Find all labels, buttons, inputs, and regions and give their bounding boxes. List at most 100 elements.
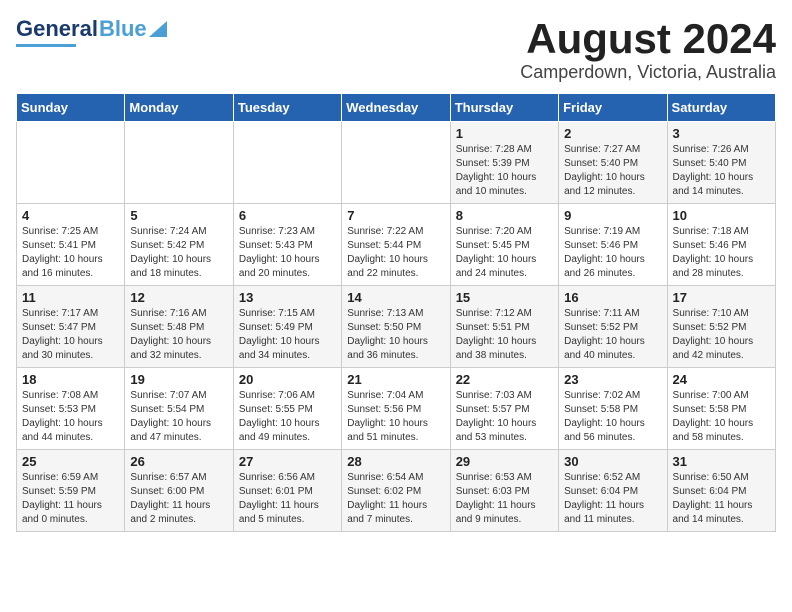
table-row: 27 Sunrise: 6:56 AM Sunset: 6:01 PM Dayli… — [233, 450, 341, 532]
day-info: Sunrise: 6:56 AM Sunset: 6:01 PM Dayligh… — [239, 471, 336, 527]
table-row: 4 Sunrise: 7:25 AM Sunset: 5:41 PM Daylig… — [17, 204, 125, 286]
day-number: 11 — [22, 290, 119, 305]
table-row: 16 Sunrise: 7:11 AM Sunset: 5:52 PM Dayli… — [559, 286, 667, 368]
day-number: 10 — [673, 208, 770, 223]
day-number: 26 — [130, 454, 227, 469]
table-row: 28 Sunrise: 6:54 AM Sunset: 6:02 PM Dayli… — [342, 450, 450, 532]
table-row: 12Sunrise: 7:16 AM Sunset: 5:48 PM Dayli… — [125, 286, 233, 368]
day-info: Sunrise: 7:26 AM Sunset: 5:40 PM Dayligh… — [673, 143, 770, 199]
header-thursday: Thursday — [450, 94, 558, 122]
table-row: 8 Sunrise: 7:20 AM Sunset: 5:45 PM Daylig… — [450, 204, 558, 286]
day-number: 27 — [239, 454, 336, 469]
table-row: 10 Sunrise: 7:18 AM Sunset: 5:46 PM Dayli… — [667, 204, 775, 286]
calendar-week-row: 1 Sunrise: 7:28 AM Sunset: 5:39 PM Daylig… — [17, 122, 776, 204]
table-row: 18 Sunrise: 7:08 AM Sunset: 5:53 PM Dayli… — [17, 368, 125, 450]
header-wednesday: Wednesday — [342, 94, 450, 122]
table-row: 9 Sunrise: 7:19 AM Sunset: 5:46 PM Daylig… — [559, 204, 667, 286]
day-info: Sunrise: 7:23 AM Sunset: 5:43 PM Dayligh… — [239, 225, 336, 281]
day-number: 1 — [456, 126, 553, 141]
day-info: Sunrise: 7:07 AM Sunset: 5:54 PM Dayligh… — [130, 389, 227, 445]
day-number: 24 — [673, 372, 770, 387]
header-monday: Monday — [125, 94, 233, 122]
table-row: 7Sunrise: 7:22 AM Sunset: 5:44 PM Daylig… — [342, 204, 450, 286]
day-info: Sunrise: 7:13 AM Sunset: 5:50 PM Dayligh… — [347, 307, 444, 363]
header-sunday: Sunday — [17, 94, 125, 122]
table-row: 22Sunrise: 7:03 AM Sunset: 5:57 PM Dayli… — [450, 368, 558, 450]
calendar-week-row: 11 Sunrise: 7:17 AM Sunset: 5:47 PM Dayli… — [17, 286, 776, 368]
table-row: 21 Sunrise: 7:04 AM Sunset: 5:56 PM Dayli… — [342, 368, 450, 450]
table-row — [17, 122, 125, 204]
day-number: 20 — [239, 372, 336, 387]
day-info: Sunrise: 7:00 AM Sunset: 5:58 PM Dayligh… — [673, 389, 770, 445]
header-friday: Friday — [559, 94, 667, 122]
day-info: Sunrise: 7:04 AM Sunset: 5:56 PM Dayligh… — [347, 389, 444, 445]
day-info: Sunrise: 7:27 AM Sunset: 5:40 PM Dayligh… — [564, 143, 661, 199]
day-number: 17 — [673, 290, 770, 305]
day-number: 28 — [347, 454, 444, 469]
logo-underline — [16, 44, 76, 47]
title-block: August 2024 Camperdown, Victoria, Austra… — [520, 16, 776, 83]
logo: General Blue — [16, 16, 167, 47]
table-row: 6 Sunrise: 7:23 AM Sunset: 5:43 PM Daylig… — [233, 204, 341, 286]
day-number: 6 — [239, 208, 336, 223]
table-row — [342, 122, 450, 204]
day-info: Sunrise: 7:08 AM Sunset: 5:53 PM Dayligh… — [22, 389, 119, 445]
table-row: 14 Sunrise: 7:13 AM Sunset: 5:50 PM Dayli… — [342, 286, 450, 368]
day-info: Sunrise: 6:53 AM Sunset: 6:03 PM Dayligh… — [456, 471, 553, 527]
calendar-header-row: Sunday Monday Tuesday Wednesday Thursday… — [17, 94, 776, 122]
table-row: 26 Sunrise: 6:57 AM Sunset: 6:00 PM Dayli… — [125, 450, 233, 532]
table-row — [233, 122, 341, 204]
header-saturday: Saturday — [667, 94, 775, 122]
page-header: General Blue August 2024 Camperdown, Vic… — [16, 16, 776, 83]
day-info: Sunrise: 7:12 AM Sunset: 5:51 PM Dayligh… — [456, 307, 553, 363]
calendar-table: Sunday Monday Tuesday Wednesday Thursday… — [16, 93, 776, 532]
calendar-title: August 2024 — [520, 16, 776, 62]
calendar-week-row: 4 Sunrise: 7:25 AM Sunset: 5:41 PM Daylig… — [17, 204, 776, 286]
day-info: Sunrise: 7:15 AM Sunset: 5:49 PM Dayligh… — [239, 307, 336, 363]
table-row — [125, 122, 233, 204]
day-number: 23 — [564, 372, 661, 387]
day-info: Sunrise: 7:24 AM Sunset: 5:42 PM Dayligh… — [130, 225, 227, 281]
table-row: 30 Sunrise: 6:52 AM Sunset: 6:04 PM Dayli… — [559, 450, 667, 532]
logo-general: General — [16, 16, 98, 42]
day-info: Sunrise: 7:28 AM Sunset: 5:39 PM Dayligh… — [456, 143, 553, 199]
day-number: 30 — [564, 454, 661, 469]
day-info: Sunrise: 6:57 AM Sunset: 6:00 PM Dayligh… — [130, 471, 227, 527]
day-number: 18 — [22, 372, 119, 387]
day-info: Sunrise: 7:10 AM Sunset: 5:52 PM Dayligh… — [673, 307, 770, 363]
day-info: Sunrise: 7:18 AM Sunset: 5:46 PM Dayligh… — [673, 225, 770, 281]
day-number: 31 — [673, 454, 770, 469]
day-number: 8 — [456, 208, 553, 223]
day-info: Sunrise: 6:54 AM Sunset: 6:02 PM Dayligh… — [347, 471, 444, 527]
day-number: 13 — [239, 290, 336, 305]
day-info: Sunrise: 7:17 AM Sunset: 5:47 PM Dayligh… — [22, 307, 119, 363]
day-number: 14 — [347, 290, 444, 305]
table-row: 1 Sunrise: 7:28 AM Sunset: 5:39 PM Daylig… — [450, 122, 558, 204]
table-row: 11 Sunrise: 7:17 AM Sunset: 5:47 PM Dayli… — [17, 286, 125, 368]
day-number: 21 — [347, 372, 444, 387]
day-info: Sunrise: 6:50 AM Sunset: 6:04 PM Dayligh… — [673, 471, 770, 527]
day-info: Sunrise: 7:20 AM Sunset: 5:45 PM Dayligh… — [456, 225, 553, 281]
table-row: 23Sunrise: 7:02 AM Sunset: 5:58 PM Dayli… — [559, 368, 667, 450]
table-row: 17 Sunrise: 7:10 AM Sunset: 5:52 PM Dayli… — [667, 286, 775, 368]
day-number: 4 — [22, 208, 119, 223]
day-info: Sunrise: 7:19 AM Sunset: 5:46 PM Dayligh… — [564, 225, 661, 281]
header-tuesday: Tuesday — [233, 94, 341, 122]
day-info: Sunrise: 7:11 AM Sunset: 5:52 PM Dayligh… — [564, 307, 661, 363]
day-number: 19 — [130, 372, 227, 387]
table-row: 13 Sunrise: 7:15 AM Sunset: 5:49 PM Dayli… — [233, 286, 341, 368]
day-info: Sunrise: 7:25 AM Sunset: 5:41 PM Dayligh… — [22, 225, 119, 281]
calendar-subtitle: Camperdown, Victoria, Australia — [520, 62, 776, 83]
day-number: 15 — [456, 290, 553, 305]
table-row: 20Sunrise: 7:06 AM Sunset: 5:55 PM Dayli… — [233, 368, 341, 450]
calendar-week-row: 18 Sunrise: 7:08 AM Sunset: 5:53 PM Dayli… — [17, 368, 776, 450]
day-number: 25 — [22, 454, 119, 469]
day-info: Sunrise: 7:16 AM Sunset: 5:48 PM Dayligh… — [130, 307, 227, 363]
table-row: 19 Sunrise: 7:07 AM Sunset: 5:54 PM Dayli… — [125, 368, 233, 450]
day-info: Sunrise: 7:22 AM Sunset: 5:44 PM Dayligh… — [347, 225, 444, 281]
day-number: 9 — [564, 208, 661, 223]
day-number: 5 — [130, 208, 227, 223]
day-number: 16 — [564, 290, 661, 305]
logo-blue: Blue — [99, 16, 147, 42]
day-info: Sunrise: 6:52 AM Sunset: 6:04 PM Dayligh… — [564, 471, 661, 527]
